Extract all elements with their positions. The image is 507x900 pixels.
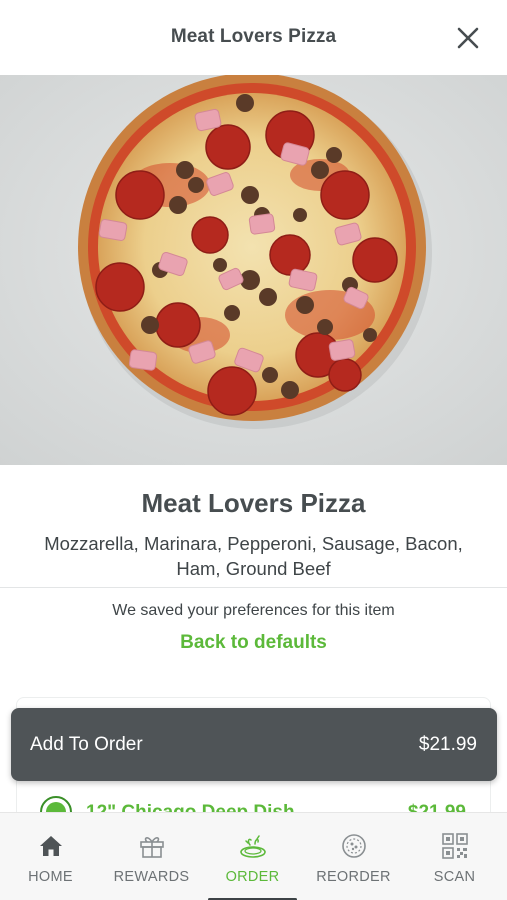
- add-to-order-button[interactable]: Add To Order $21.99: [11, 708, 497, 781]
- product-description: Mozzarella, Marinara, Pepperoni, Sausage…: [44, 533, 463, 579]
- pizza-order-icon: [240, 835, 266, 858]
- bottom-tab-bar: HOME REWARDS ORDER REORDER SCAN: [0, 812, 507, 900]
- tab-scan-label: SCAN: [433, 869, 476, 885]
- pizza-photo: [0, 75, 507, 465]
- tab-order-label: ORDER: [225, 869, 280, 885]
- tab-order[interactable]: ORDER: [202, 813, 303, 900]
- close-icon: [457, 27, 479, 49]
- header-title: Meat Lovers Pizza: [170, 26, 337, 47]
- gift-icon: [140, 837, 164, 858]
- divider: [0, 587, 507, 588]
- home-icon: [40, 836, 62, 856]
- tab-rewards[interactable]: REWARDS: [101, 813, 202, 900]
- qr-code-icon: [442, 833, 468, 859]
- tab-reorder-label: REORDER: [316, 869, 391, 885]
- product-title: Meat Lovers Pizza: [141, 488, 366, 518]
- tab-scan[interactable]: SCAN: [404, 813, 505, 900]
- tab-home[interactable]: HOME: [0, 813, 101, 900]
- add-to-order-label: Add To Order: [30, 734, 143, 755]
- reorder-pizza-icon: [342, 834, 366, 858]
- preferences-note: We saved your preferences for this item: [112, 602, 395, 619]
- back-to-defaults-link[interactable]: Back to defaults: [0, 632, 507, 654]
- tab-rewards-label: REWARDS: [113, 869, 190, 885]
- header: Meat Lovers Pizza: [0, 0, 507, 75]
- tab-reorder[interactable]: REORDER: [303, 813, 404, 900]
- close-button[interactable]: [452, 22, 484, 54]
- add-to-order-price: $21.99: [418, 734, 477, 755]
- tab-home-label: HOME: [28, 869, 73, 885]
